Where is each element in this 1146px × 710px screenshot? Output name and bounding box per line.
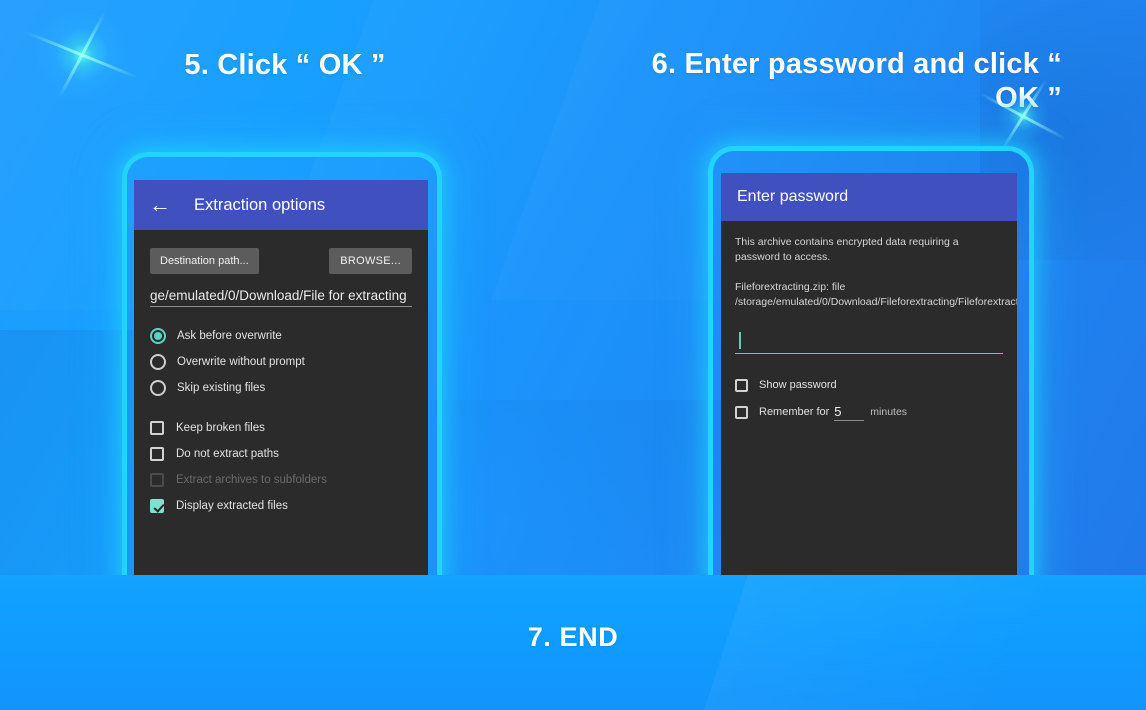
checkbox-icon-disabled [150, 473, 164, 487]
checkbox-icon [735, 378, 748, 392]
enter-password-appbar: Enter password [721, 173, 1017, 221]
checkbox-label: Do not extract paths [176, 448, 279, 460]
back-arrow-icon[interactable]: ← [148, 193, 172, 217]
archive-path-info: Fileforextracting.zip: file /storage/emu… [735, 280, 1017, 308]
extraction-options-appbar: ← Extraction options [134, 180, 428, 230]
browse-button[interactable]: BROWSE... [329, 248, 412, 274]
step-5-heading: 5. Click “ OK ” [184, 49, 386, 81]
radio-label: Overwrite without prompt [177, 356, 305, 368]
checkbox-row-show-password[interactable]: Show password [735, 372, 1003, 399]
checkbox-icon [150, 421, 164, 435]
appbar-title-right: Enter password [737, 188, 849, 205]
radio-icon [150, 354, 166, 370]
checkbox-row-display-extracted-files[interactable]: Display extracted files [150, 493, 412, 519]
radio-option-skip-existing-files[interactable]: Skip existing files [150, 375, 412, 401]
checkbox-label: Remember for [759, 406, 830, 419]
radio-icon [150, 380, 166, 396]
checkbox-icon [150, 447, 164, 461]
enter-password-body: This archive contains encrypted data req… [721, 221, 1017, 426]
step-7-heading: 7. END [527, 622, 619, 652]
appbar-title-left: Extraction options [194, 195, 326, 214]
enter-password-screen: Enter password This archive contains enc… [721, 173, 1017, 580]
extraction-checkbox-group: Keep broken files Do not extract paths E… [150, 415, 412, 519]
checkbox-label: Display extracted files [176, 500, 288, 512]
checkbox-icon-checked [150, 499, 164, 513]
checkbox-label: Show password [759, 379, 837, 392]
text-caret [739, 331, 741, 349]
checkbox-row-do-not-extract-paths[interactable]: Do not extract paths [150, 441, 412, 467]
radio-option-ask-before-overwrite[interactable]: Ask before overwrite [150, 323, 412, 349]
checkbox-row-remember-for[interactable]: Remember for 5 minutes [735, 399, 1003, 426]
password-options-group: Show password Remember for 5 minutes [735, 372, 1003, 426]
overwrite-radio-group: Ask before overwrite Overwrite without p… [150, 323, 412, 401]
radio-option-overwrite-without-prompt[interactable]: Overwrite without prompt [150, 349, 412, 375]
extraction-options-body: Destination path... BROWSE... ge/emulate… [134, 248, 428, 519]
checkbox-icon [735, 405, 748, 419]
checkbox-row-keep-broken-files[interactable]: Keep broken files [150, 415, 412, 441]
checkbox-label: Extract archives to subfolders [176, 474, 327, 486]
path-button-row: Destination path... BROWSE... [150, 248, 412, 274]
remember-minutes-unit: minutes [870, 406, 908, 419]
radio-label: Skip existing files [177, 382, 266, 394]
radio-label: Ask before overwrite [177, 330, 282, 342]
extraction-options-screen: ← Extraction options Destination path...… [134, 180, 428, 580]
slide-canvas: 5. Click “ OK ” 6. Enter password and cl… [0, 0, 1146, 710]
radio-icon-selected [150, 328, 166, 344]
step-6-heading: 6. Enter password and click “ OK ” [651, 48, 1062, 115]
password-input[interactable] [735, 330, 1003, 354]
destination-path-input[interactable]: ge/emulated/0/Download/File for extracti… [150, 288, 412, 307]
destination-path-button[interactable]: Destination path... [150, 248, 259, 274]
remember-minutes-input[interactable]: 5 [834, 404, 865, 421]
password-description: This archive contains encrypted data req… [735, 236, 959, 263]
checkbox-row-extract-archives-to-subfolders: Extract archives to subfolders [150, 467, 412, 493]
checkbox-label: Keep broken files [176, 422, 265, 434]
